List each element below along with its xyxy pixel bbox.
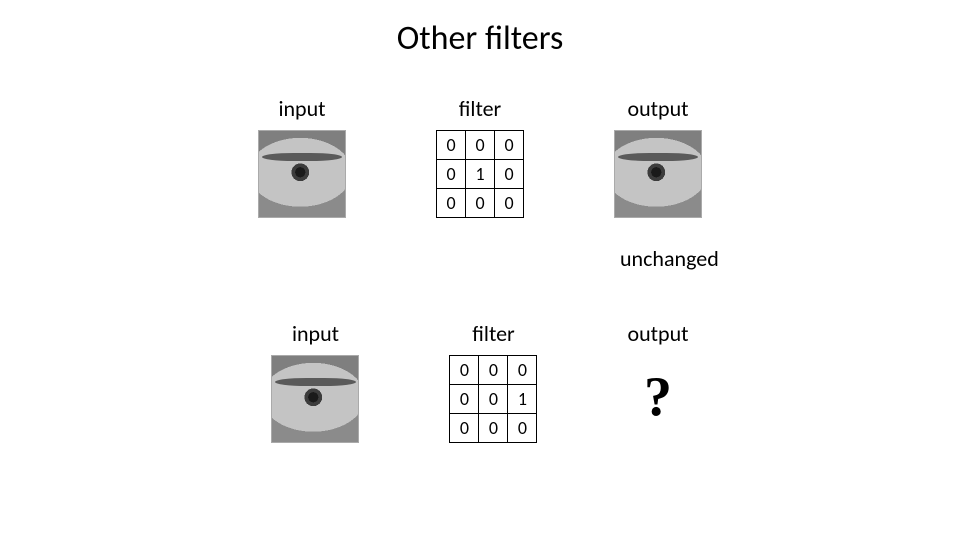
- input-label: input: [292, 320, 339, 347]
- output-label: output: [627, 95, 688, 122]
- input-block-2: input: [271, 320, 359, 443]
- kernel-cell: 0: [479, 385, 508, 414]
- kernel-cell: 0: [508, 356, 537, 385]
- kernel-cell: 0: [495, 131, 524, 160]
- input-image-2: [271, 355, 359, 443]
- kernel-cell: 1: [466, 160, 495, 189]
- kernel-cell: 0: [495, 189, 524, 218]
- kernel-cell: 0: [495, 160, 524, 189]
- input-block-1: input: [258, 95, 346, 218]
- kernel-cell: 0: [479, 356, 508, 385]
- kernel-cell: 0: [437, 131, 466, 160]
- filter-block-1: filter 0 0 0 0 1 0 0 0 0: [436, 95, 524, 218]
- row-2: input filter 0 0 0 0 0 1 0 0 0 output ?: [0, 320, 960, 443]
- kernel-cell: 0: [466, 131, 495, 160]
- kernel-1: 0 0 0 0 1 0 0 0 0: [436, 130, 524, 218]
- row-1: input filter 0 0 0 0 1 0 0 0 0 output: [0, 95, 960, 218]
- filter-label: filter: [472, 320, 514, 347]
- output-caption-1: unchanged: [620, 245, 719, 272]
- kernel-cell: 1: [508, 385, 537, 414]
- slide-title: Other filters: [0, 18, 960, 59]
- kernel-cell: 0: [479, 414, 508, 443]
- input-image-1: [258, 130, 346, 218]
- kernel-cell: 0: [450, 414, 479, 443]
- kernel-cell: 0: [437, 160, 466, 189]
- filter-label: filter: [459, 95, 501, 122]
- output-label: output: [627, 320, 688, 347]
- kernel-cell: 0: [466, 189, 495, 218]
- output-block-2: output ?: [627, 320, 688, 425]
- kernel-cell: 0: [450, 356, 479, 385]
- kernel-2: 0 0 0 0 0 1 0 0 0: [449, 355, 537, 443]
- filter-block-2: filter 0 0 0 0 0 1 0 0 0: [449, 320, 537, 443]
- output-block-1: output: [614, 95, 702, 218]
- kernel-cell: 0: [508, 414, 537, 443]
- kernel-cell: 0: [450, 385, 479, 414]
- output-image-1: [614, 130, 702, 218]
- input-label: input: [278, 95, 325, 122]
- question-mark-icon: ?: [644, 369, 672, 425]
- kernel-cell: 0: [437, 189, 466, 218]
